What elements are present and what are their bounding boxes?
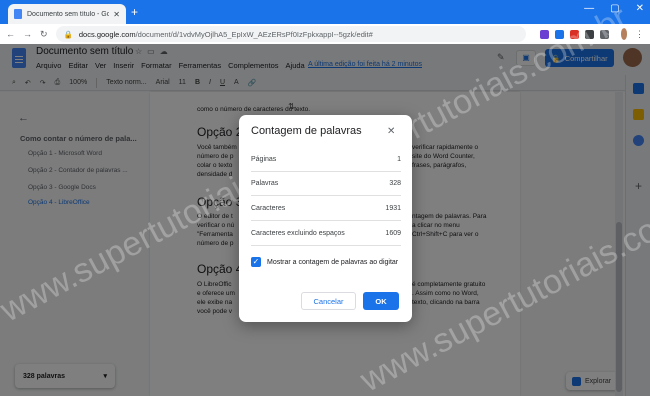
lock-icon: 🔒 bbox=[63, 29, 73, 39]
reload-icon[interactable]: ↻ bbox=[40, 29, 48, 40]
forward-icon[interactable]: → bbox=[23, 29, 32, 39]
back-icon[interactable]: ← bbox=[6, 29, 15, 39]
stat-label: Caracteres excluindo espaços bbox=[251, 230, 345, 237]
stat-label: Palavras bbox=[251, 180, 279, 187]
browser-profile-icon[interactable] bbox=[620, 28, 627, 40]
url-path: /document/d/1vdvMyOjlhA5_EpIxW_AEzERsPf0… bbox=[135, 29, 373, 39]
ok-button[interactable]: OK bbox=[363, 292, 399, 310]
browser-tab[interactable]: Documento sem título - Google D ✕ bbox=[8, 4, 126, 24]
show-word-count-option[interactable]: ✓ Mostrar a contagem de palavras ao digi… bbox=[251, 257, 398, 267]
stat-value: 328 bbox=[389, 180, 401, 187]
window-controls: — ▢ ✕ bbox=[584, 3, 644, 14]
extensions-puzzle-icon[interactable] bbox=[599, 29, 609, 39]
stat-value: 1609 bbox=[385, 230, 401, 237]
extensions-area bbox=[539, 29, 609, 39]
tab-close-icon[interactable]: ✕ bbox=[113, 10, 120, 19]
word-count-dialog: Contagem de palavras ✕ Páginas 1 Palavra… bbox=[239, 115, 412, 322]
docs-favicon-icon bbox=[14, 9, 22, 19]
tab-title: Documento sem título - Google D bbox=[27, 10, 110, 18]
extension-moon-icon[interactable] bbox=[539, 29, 549, 39]
dialog-title: Contagem de palavras bbox=[251, 125, 362, 137]
url-host: docs.google.com bbox=[78, 29, 136, 39]
checkbox-label[interactable]: Mostrar a contagem de palavras ao digita… bbox=[267, 259, 398, 266]
browser-tab-bar: Documento sem título - Google D ✕ + — ▢ … bbox=[0, 0, 650, 24]
close-window-button[interactable]: ✕ bbox=[636, 3, 644, 14]
browser-toolbar: ← → ↻ 🔒 docs.google.com/document/d/1vdvM… bbox=[0, 24, 650, 44]
close-icon[interactable]: ✕ bbox=[387, 126, 395, 137]
stat-value: 1931 bbox=[385, 205, 401, 212]
extension-red-icon[interactable] bbox=[569, 29, 579, 39]
maximize-button[interactable]: ▢ bbox=[610, 3, 619, 14]
stat-row-characters-no-spaces: Caracteres excluindo espaços 1609 bbox=[251, 222, 401, 246]
stat-label: Caracteres bbox=[251, 205, 286, 212]
stat-value: 1 bbox=[397, 156, 401, 163]
address-bar[interactable]: 🔒 docs.google.com/document/d/1vdvMyOjlhA… bbox=[55, 26, 526, 42]
cancel-button[interactable]: Cancelar bbox=[301, 292, 356, 310]
stat-row-characters: Caracteres 1931 bbox=[251, 197, 401, 221]
stat-row-words: Palavras 328 bbox=[251, 172, 401, 196]
checkbox-checked-icon[interactable]: ✓ bbox=[251, 257, 261, 267]
new-tab-button[interactable]: + bbox=[131, 5, 138, 19]
browser-menu-icon[interactable]: ⋮ bbox=[635, 29, 644, 40]
extension-blue-icon[interactable] bbox=[554, 29, 564, 39]
stat-row-pages: Páginas 1 bbox=[251, 148, 401, 172]
stat-label: Páginas bbox=[251, 156, 277, 163]
minimize-button[interactable]: — bbox=[584, 3, 594, 14]
extension-gray-icon[interactable] bbox=[584, 29, 594, 39]
